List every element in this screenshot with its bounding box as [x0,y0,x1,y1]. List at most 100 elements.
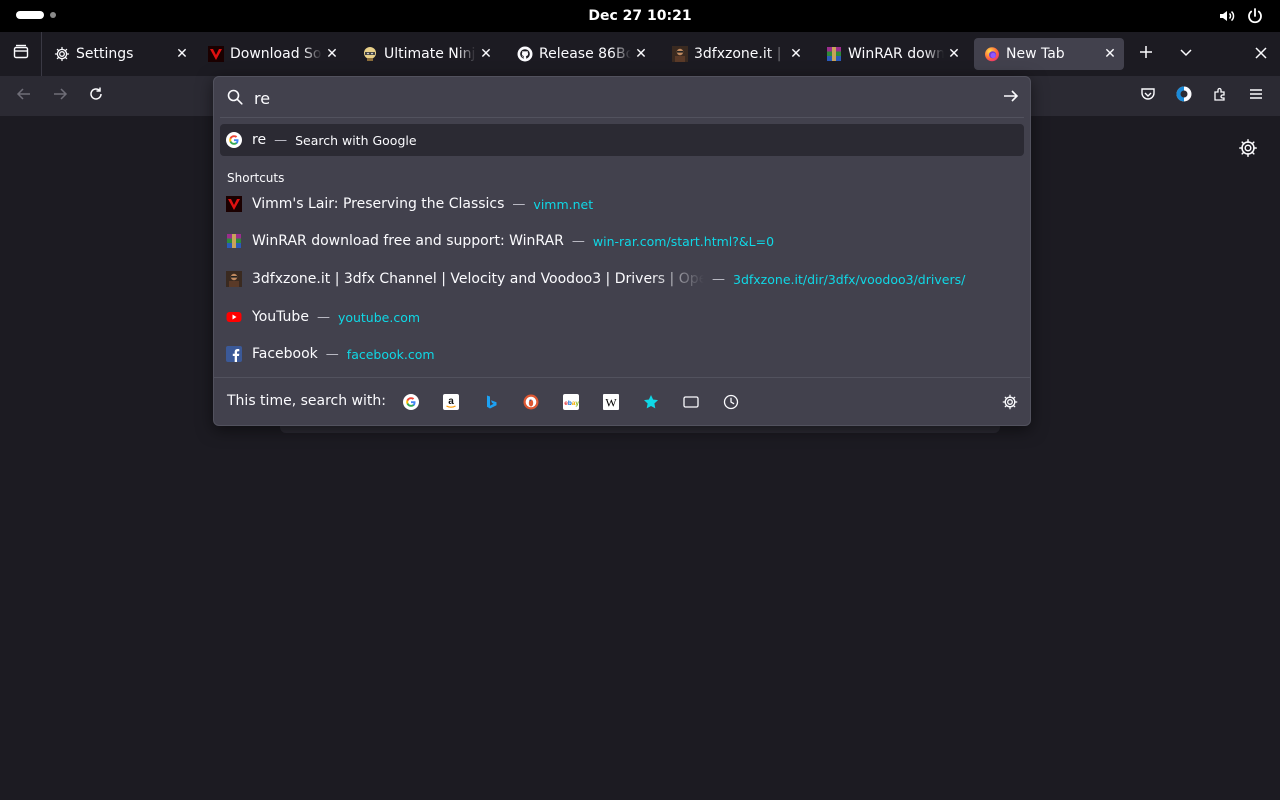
separator-dash: — [571,233,585,249]
puzzle-icon [1212,86,1228,106]
search-icon [226,88,244,110]
tab-3dfxzone[interactable]: 3dfxzone.it | G ✕ [662,38,810,70]
shortcut-url: vimm.net [533,196,594,212]
shortcut-url: 3dfxzone.it/dir/3dfx/voodoo3/drivers/ [733,271,966,287]
search-with-label: This time, search with: [227,393,386,409]
tab-title: WinRAR downl [848,46,944,62]
tabs-icon[interactable] [683,394,699,410]
tab-close-icon[interactable]: ✕ [1100,46,1120,62]
svg-text:W: W [605,396,617,410]
shortcut-title: 3dfxzone.it | 3dfx Channel | Velocity an… [252,271,704,287]
tab-86box-release[interactable]: Release 86Box ✕ [507,38,655,70]
firefox-icon [984,46,1000,62]
ninja-icon [362,46,378,62]
extension-button[interactable] [1168,80,1200,112]
arrow-right-icon[interactable] [1002,87,1020,109]
facebook-icon [226,346,242,362]
tab-ultimate-ninja[interactable]: Ultimate Ninja ✕ [352,38,500,70]
separator-dash: — [512,196,526,212]
contrast-icon [1175,85,1193,107]
list-all-tabs-button[interactable] [1170,38,1202,70]
separator-dash: — [712,271,725,287]
tab-settings[interactable]: Settings ✕ [44,38,196,70]
tab-title: 3dfxzone.it | G [694,46,786,62]
shortcut-row[interactable]: Facebook — facebook.com [220,338,1024,370]
github-icon [517,46,533,62]
gear-icon [1002,394,1018,414]
shortcut-row[interactable]: Vimm's Lair: Preserving the Classics — v… [220,188,1024,220]
google-icon [226,132,242,148]
tab-close-icon[interactable]: ✕ [944,46,964,62]
forward-button[interactable] [44,80,76,112]
reload-button[interactable] [80,80,112,112]
shortcut-row[interactable]: WinRAR download free and support: WinRAR… [220,225,1024,257]
urlbar-input[interactable] [252,85,996,111]
shortcut-row[interactable]: YouTube — youtube.com [220,301,1024,333]
svg-text:a: a [448,396,454,407]
system-top-bar: Dec 27 10:21 [0,0,1280,32]
bing-icon[interactable] [483,394,499,410]
one-off-search-buttons: This time, search with: a ebay W [214,378,1030,426]
extensions-button[interactable] [1204,80,1236,112]
divider [220,117,1024,118]
volume-icon [1218,7,1236,25]
tab-title: Download Some [230,46,322,62]
separator-dash: — [325,346,339,362]
vimm-icon [208,46,224,62]
tab-overview-icon [12,43,30,65]
chevron-down-icon [1178,44,1194,64]
back-button[interactable] [8,80,40,112]
tab-title: New Tab [1006,46,1065,62]
app-menu-button[interactable] [1240,80,1272,112]
shortcut-url: win-rar.com/start.html?&L=0 [592,233,775,249]
tab-strip: Settings ✕ Download Some ✕ Ultimate Ninj… [0,32,1280,76]
youtube-icon [226,309,242,325]
urlbar-panel: re — Search with Google Shortcuts Vimm's… [213,76,1031,426]
tab-title: Ultimate Ninja [384,46,476,62]
bookmarks-star-icon[interactable] [643,394,659,410]
wikipedia-icon[interactable]: W [603,394,619,410]
shortcut-title: Vimm's Lair: Preserving the Classics [252,196,505,212]
3dfxzone-icon [672,46,688,62]
tab-overview-button[interactable] [0,32,42,76]
suggestion-action: Search with Google [295,132,417,148]
window-close-button[interactable] [1245,38,1277,70]
google-icon[interactable] [403,394,419,410]
separator-dash: — [316,309,330,325]
system-status-area[interactable] [1218,7,1264,25]
gear-icon [54,46,70,62]
tab-close-icon[interactable]: ✕ [786,46,806,62]
tab-new-tab[interactable]: New Tab ✕ [974,38,1124,70]
tab-title: Settings [76,46,134,62]
suggestion-query: re [252,132,267,148]
shortcut-title: YouTube [252,309,309,325]
amazon-icon[interactable]: a [443,394,459,410]
shortcuts-group-label: Shortcuts [227,171,285,185]
duckduckgo-icon[interactable] [523,394,539,410]
new-tab-button[interactable] [1130,38,1162,70]
tab-close-icon[interactable]: ✕ [476,46,496,62]
history-icon[interactable] [723,394,739,410]
clock[interactable]: Dec 27 10:21 [0,0,1280,32]
search-settings-button[interactable] [1002,394,1018,414]
shortcut-title: Facebook [252,346,318,362]
tab-title: Release 86Box [539,46,631,62]
shortcut-row[interactable]: 3dfxzone.it | 3dfx Channel | Velocity an… [220,263,1024,295]
new-tab-settings-button[interactable] [1238,138,1258,162]
shortcut-title: WinRAR download free and support: WinRAR [252,233,564,249]
tab-close-icon[interactable]: ✕ [172,46,192,62]
tab-vimm[interactable]: Download Some ✕ [198,38,346,70]
plus-icon [1138,44,1154,64]
arrow-right-icon [52,86,68,106]
tab-close-icon[interactable]: ✕ [631,46,651,62]
tab-winrar[interactable]: WinRAR downl ✕ [816,38,968,70]
tab-close-icon[interactable]: ✕ [322,46,342,62]
pocket-button[interactable] [1132,80,1164,112]
shortcut-url: facebook.com [346,346,435,362]
separator-dash: — [274,132,288,148]
top-search-suggestion[interactable]: re — Search with Google [220,124,1024,156]
reload-icon [88,86,104,106]
ebay-icon[interactable]: ebay [563,394,579,410]
3dfxzone-icon [226,271,242,287]
vimm-icon [226,196,242,212]
